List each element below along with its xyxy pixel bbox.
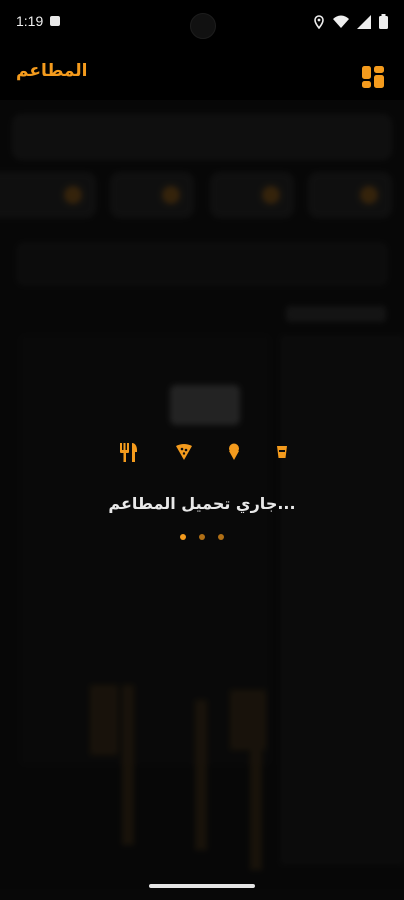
gesture-nav-handle[interactable] (149, 884, 255, 888)
loading-icons (118, 440, 288, 464)
status-bar: 1:19 (0, 0, 404, 46)
status-icons (313, 14, 388, 33)
pizza-icon (175, 443, 193, 461)
camera-cutout (190, 13, 216, 39)
loading-dot (180, 534, 186, 540)
loading-dot (218, 534, 224, 540)
ice-cream-icon (227, 443, 241, 461)
app-bar: المطاعم (0, 46, 404, 100)
location-icon (313, 14, 325, 33)
loading-text: ...جاري تحميل المطاعم (108, 494, 296, 513)
signal-icon (357, 14, 371, 33)
wifi-icon (333, 14, 349, 33)
status-time: 1:19 (16, 13, 44, 29)
fork-knife-icon (118, 441, 140, 463)
grid-menu-icon[interactable] (362, 66, 384, 88)
page-title: المطاعم (16, 61, 88, 81)
loading-dots (180, 534, 224, 540)
battery-icon (379, 14, 388, 33)
cup-icon (276, 445, 288, 459)
loading-dot (199, 534, 205, 540)
notification-icon (50, 16, 60, 26)
